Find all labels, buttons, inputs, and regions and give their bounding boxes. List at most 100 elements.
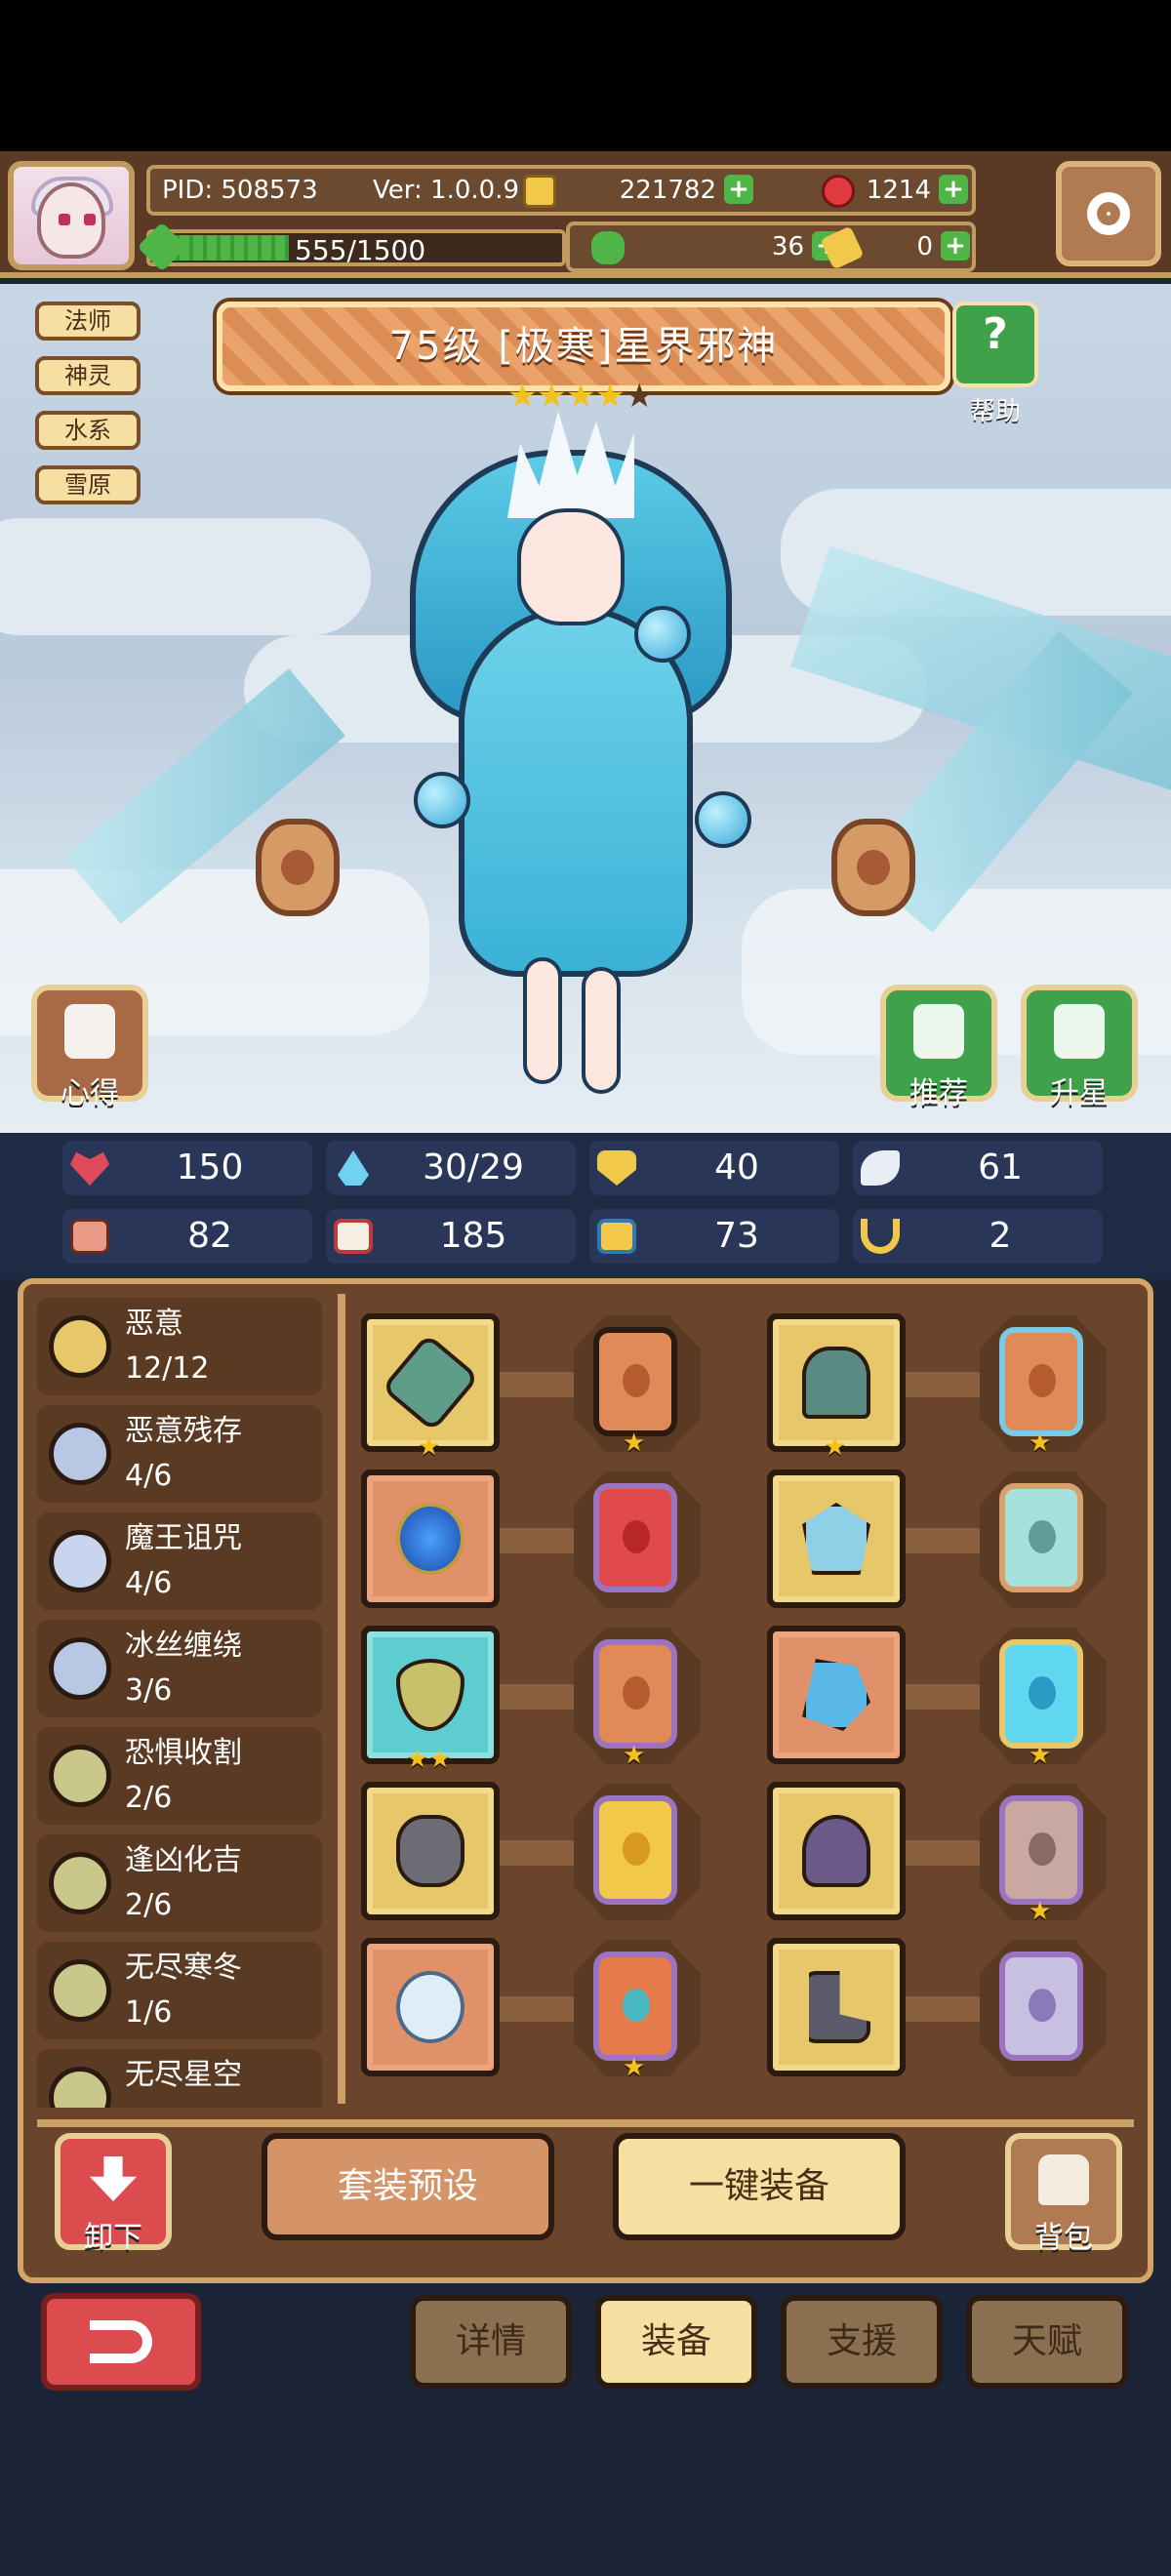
card-emblem-icon (1029, 1520, 1056, 1553)
set-preset-button[interactable]: 套装预设 (262, 2133, 554, 2240)
list-item[interactable]: 无尽星空 (37, 2049, 322, 2108)
rune-slot-left[interactable] (256, 819, 340, 916)
shield-icon (597, 1150, 636, 1186)
set-name: 恐惧收割 (125, 1736, 242, 1770)
card-emblem-icon (623, 1364, 650, 1397)
spellbook-icon (334, 1219, 373, 1254)
slot-link (906, 1684, 984, 1710)
unequip-button[interactable]: 卸下 (55, 2133, 172, 2255)
list-item[interactable]: 恐惧收割 2/6 (37, 1727, 322, 1825)
tab-equipment[interactable]: 装备 (595, 2295, 757, 2389)
xp-gem-icon (137, 221, 187, 272)
set-count: 1/6 (125, 1995, 173, 2030)
set-count: 2/6 (125, 1888, 173, 1922)
insight-label: 心得 (61, 1076, 119, 1110)
set-bonus-list[interactable]: 恶意 12/12 恶意残存 4/6 魔王诅咒 4/6 冰丝缠绕 3/6 恐惧收割… (37, 1298, 330, 2108)
stat-value: 30/29 (423, 1147, 524, 1187)
scroll-amount: 0 (916, 232, 933, 262)
equip-slot-ring[interactable] (361, 1938, 500, 2076)
player-id: PID: 508573 (162, 176, 318, 205)
settings-button[interactable] (1056, 161, 1161, 266)
list-item[interactable]: 魔王诅咒 4/6 (37, 1512, 322, 1610)
bag-button[interactable]: 背包 (1005, 2133, 1122, 2255)
equip-slot-glove[interactable] (767, 1626, 906, 1764)
set-name: 无尽星空 (125, 2058, 242, 2092)
arrow-down-icon (90, 2156, 137, 2201)
panel-divider (37, 2119, 1134, 2127)
stat-value: 61 (978, 1147, 1023, 1187)
card-slot[interactable] (593, 1483, 677, 1592)
equip-slot-cloak[interactable] (767, 1469, 906, 1608)
star-icon: ★ (595, 377, 626, 416)
ice-glove-icon (802, 1659, 870, 1731)
slot-link (906, 1528, 984, 1553)
equip-slot-weapon[interactable]: ★ (361, 1313, 500, 1460)
slot-link (906, 1840, 984, 1866)
boots-icon (809, 1971, 870, 2043)
magic-shield-icon (597, 1219, 636, 1254)
card-emblem-icon (623, 1832, 650, 1866)
list-item[interactable]: 恶意残存 4/6 (37, 1405, 322, 1503)
hero-tag: 雪原 (35, 465, 141, 504)
mana-drop-icon (338, 1150, 369, 1186)
list-item[interactable]: 恶意 12/12 (37, 1298, 322, 1395)
add-scroll-button[interactable]: + (941, 231, 970, 261)
card-emblem-icon (623, 1676, 650, 1710)
question-mark-icon: ? (983, 309, 1008, 359)
ice-orb (634, 606, 691, 663)
card-slot[interactable] (593, 1952, 677, 2061)
help-button[interactable]: ? 帮助 (952, 302, 1038, 426)
set-name: 恶意 (125, 1307, 183, 1341)
equip-slot-necklace[interactable]: ★★ (361, 1626, 500, 1772)
equip-slot-accessory[interactable] (361, 1469, 500, 1608)
slot-link (906, 1372, 984, 1397)
add-gold-button[interactable]: + (724, 175, 753, 204)
card-slot[interactable] (593, 1795, 677, 1905)
add-gem-button[interactable]: + (939, 175, 968, 204)
hero-stats: 150 30/29 40 61 82 185 73 2 (0, 1133, 1171, 1279)
panel-divider (338, 1294, 345, 2104)
tab-details[interactable]: 详情 (410, 2295, 572, 2389)
recommend-button[interactable]: 推荐 (880, 985, 997, 1110)
tab-support[interactable]: 支援 (781, 2295, 943, 2389)
bag-label: 背包 (1034, 2221, 1093, 2255)
staff-icon (381, 1333, 480, 1432)
list-item[interactable]: 冰丝缠绕 3/6 (37, 1620, 322, 1717)
auto-equip-button[interactable]: 一键装备 (613, 2133, 906, 2240)
hero-sprite-leg (523, 957, 562, 1084)
card-slot[interactable] (999, 1639, 1083, 1749)
star-icon: ★ (1029, 1429, 1052, 1458)
hero-tag: 水系 (35, 411, 141, 450)
equip-slot-armor[interactable]: ★ (767, 1313, 906, 1460)
ring-icon (396, 1971, 464, 2043)
helmet-icon (802, 1815, 870, 1887)
slot-link (906, 1996, 984, 2022)
stat-hp: 150 (62, 1141, 312, 1195)
set-emblem-icon (49, 1530, 111, 1592)
unequip-label: 卸下 (84, 2221, 142, 2255)
rune-icon (281, 850, 314, 885)
equip-slot-orb[interactable] (361, 1782, 500, 1920)
rune-slot-right[interactable] (831, 819, 915, 916)
card-slot[interactable] (999, 1952, 1083, 2061)
card-slot[interactable] (999, 1795, 1083, 1905)
list-item[interactable]: 无尽寒冬 1/6 (37, 1942, 322, 2039)
tab-talent[interactable]: 天赋 (966, 2295, 1128, 2389)
equip-slot-boots[interactable] (767, 1938, 906, 2076)
player-avatar[interactable] (8, 161, 135, 270)
card-slot[interactable] (999, 1327, 1083, 1436)
upgrade-star-button[interactable]: 升星 (1021, 985, 1138, 1110)
set-emblem-icon (49, 1637, 111, 1700)
card-slot[interactable] (999, 1483, 1083, 1592)
list-item[interactable]: 逢凶化吉 2/6 (37, 1834, 322, 1932)
insight-button[interactable]: 心得 (31, 985, 148, 1110)
back-button[interactable] (41, 2293, 201, 2391)
card-emblem-icon (1029, 1989, 1056, 2022)
hero-title: 75级 [极寒]星界邪神 (388, 324, 779, 369)
set-name: 魔王诅咒 (125, 1521, 242, 1555)
card-slot[interactable] (593, 1327, 677, 1436)
card-slot[interactable] (593, 1639, 677, 1749)
avatar-eye-icon (59, 214, 70, 225)
equip-slot-helmet[interactable] (767, 1782, 906, 1920)
clover-icon (591, 231, 625, 264)
